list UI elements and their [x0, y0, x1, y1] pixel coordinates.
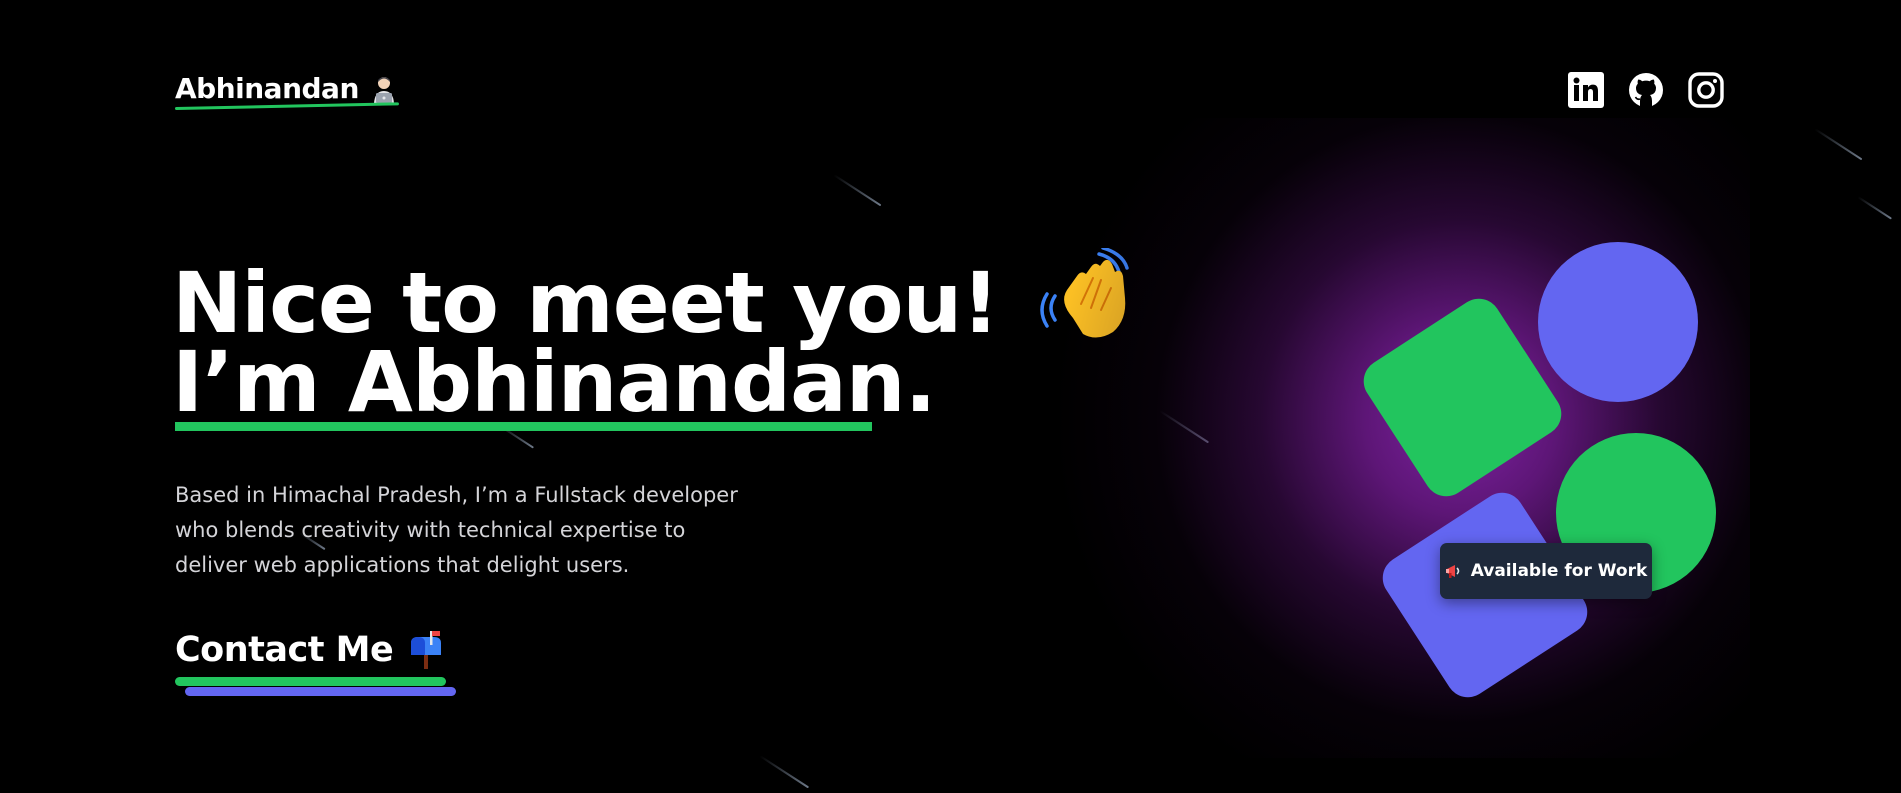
hero-description: Based in Himachal Pradesh, I’m a Fullsta…	[175, 478, 775, 583]
hero-greeting-text: Nice to meet you!	[172, 253, 1000, 352]
hero-name-underline	[175, 422, 872, 431]
contact-me-link[interactable]: Contact Me	[175, 630, 445, 670]
contact-me-label: Contact Me	[175, 630, 394, 670]
social-links	[1568, 72, 1724, 108]
linkedin-icon[interactable]	[1568, 72, 1604, 108]
description-line: Based in Himachal Pradesh, I’m a Fullsta…	[175, 483, 738, 507]
description-line: who blends creativity with technical exp…	[175, 518, 686, 542]
meteor-streak	[833, 174, 882, 206]
availability-badge: Available for Work	[1440, 543, 1652, 599]
logo-text: Abhinandan	[175, 72, 359, 105]
megaphone-icon	[1445, 562, 1463, 580]
hero-name: I’m Abhinandan.	[172, 333, 936, 431]
availability-badge-text: Available for Work	[1470, 561, 1648, 581]
meteor-streak	[1814, 128, 1863, 160]
portfolio-page: Abhinandan Nice to meet you! I’m Abhinan…	[0, 0, 1901, 793]
meteor-streak	[759, 755, 810, 788]
contact-underline-blue	[185, 687, 456, 696]
instagram-icon[interactable]	[1688, 72, 1724, 108]
blue-circle-shape	[1538, 242, 1698, 402]
contact-underline-green	[175, 677, 446, 686]
site-logo[interactable]: Abhinandan	[175, 72, 399, 105]
description-line: deliver web applications that delight us…	[175, 553, 630, 577]
technologist-emoji-icon	[369, 74, 399, 104]
mailbox-icon	[407, 631, 445, 669]
meteor-streak	[1857, 196, 1892, 220]
github-icon[interactable]	[1628, 72, 1664, 108]
